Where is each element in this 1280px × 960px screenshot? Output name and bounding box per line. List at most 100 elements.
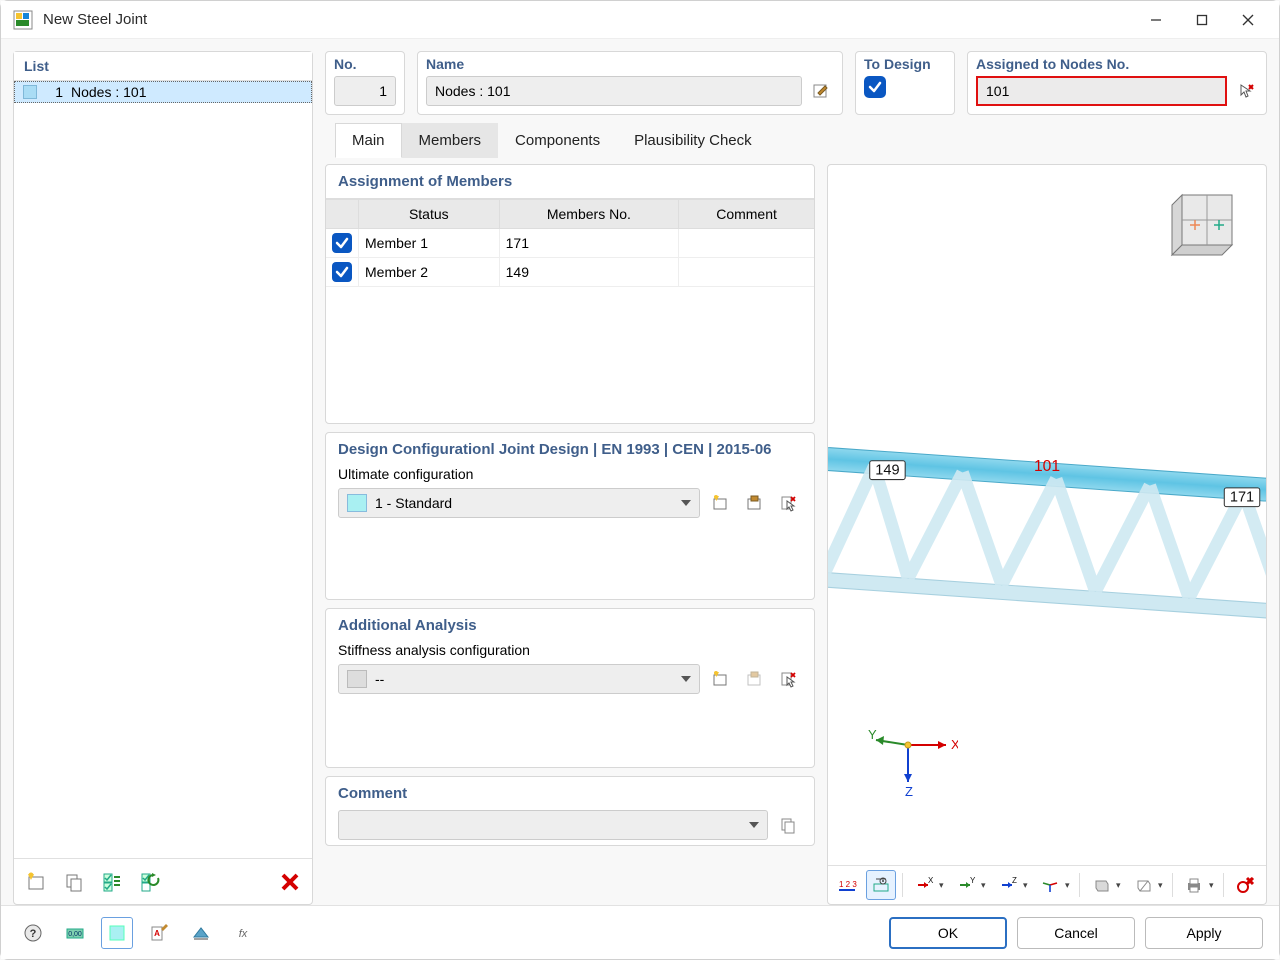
iso-view-button[interactable] [1035,870,1065,900]
member-comment [679,258,814,287]
help-button[interactable]: ? [17,917,49,949]
pick-nodes-button[interactable] [1233,77,1258,105]
color-button[interactable] [101,917,133,949]
no-field-block: No. [325,51,405,115]
assigned-nodes-input[interactable] [976,76,1227,106]
stiffness-config-value: -- [375,671,384,687]
members-col-blank [326,199,359,229]
name-field-block: Name [417,51,843,115]
svg-text:A: A [154,929,160,938]
check-all-button[interactable] [96,866,128,898]
assignment-of-members-section: Assignment of Members Status Members No.… [325,164,815,424]
stiffness-config-combo[interactable]: -- [338,664,700,694]
members-table: Status Members No. Comment Member 1 171 [326,198,814,287]
ok-button[interactable]: OK [889,917,1007,949]
member-number: 149 [499,258,678,287]
svg-text:Z: Z [1012,876,1017,885]
section-title-comment: Comment [326,777,814,810]
units-button[interactable]: 0,00 [59,917,91,949]
pick-stiffness-button[interactable] [774,665,802,693]
member-status: Member 2 [359,258,500,287]
loads-button[interactable] [185,917,217,949]
top-fields: No. Name To Design Assigned to N [325,51,1267,115]
no-label: No. [334,56,396,72]
window-maximize-button[interactable] [1179,5,1225,35]
preview-panel: 149 101 171 X Y [827,164,1267,905]
list-toolbar [14,858,312,904]
member-row-checkbox[interactable] [332,262,352,282]
combo-color-swatch [347,494,367,512]
svg-text:?: ? [30,928,37,940]
ultimate-config-label: Ultimate configuration [338,466,802,482]
formula-button[interactable]: fx [227,917,259,949]
table-row[interactable]: Member 2 149 [326,258,814,287]
tab-members[interactable]: Members [402,123,499,158]
app-icon [13,10,33,30]
library-config-button[interactable] [740,489,768,517]
preview-node-label: 101 [1034,458,1060,475]
stiffness-config-label: Stiffness analysis configuration [338,642,802,658]
chevron-down-icon [681,676,691,682]
library-stiffness-button[interactable] [740,665,768,693]
members-col-comment[interactable]: Comment [679,199,814,229]
axis-widget-icon: X Y Z [868,720,958,805]
chevron-down-icon [749,822,759,828]
copy-item-button[interactable] [58,866,90,898]
view-x-button[interactable]: X [909,870,939,900]
member-number: 171 [499,229,678,258]
assigned-nodes-block: Assigned to Nodes No. [967,51,1267,115]
members-col-status[interactable]: Status [359,199,500,229]
new-item-button[interactable] [20,866,52,898]
delete-item-button[interactable] [274,866,306,898]
svg-text:Z: Z [905,784,913,799]
member-row-checkbox[interactable] [332,233,352,253]
window-close-button[interactable] [1225,5,1271,35]
solid-view-button[interactable] [1086,870,1116,900]
to-design-label: To Design [864,56,931,72]
preview-member-right-label: 171 [1230,489,1254,505]
new-stiffness-button[interactable] [706,665,734,693]
tab-components[interactable]: Components [498,123,617,158]
tab-plausibility[interactable]: Plausibility Check [617,123,769,158]
check-toggle-button[interactable] [134,866,166,898]
bottom-bar: ? 0,00 A fx OK Cancel Apply [1,905,1279,959]
wireframe-view-button[interactable] [1128,870,1158,900]
to-design-block: To Design [855,51,955,115]
svg-text:Y: Y [868,727,877,742]
section-title-design: Design Configurationl Joint Design | EN … [326,433,814,466]
tab-main[interactable]: Main [335,123,402,158]
pick-config-button[interactable] [774,489,802,517]
list-item[interactable]: 1 Nodes : 101 [14,81,312,103]
chevron-down-icon [681,500,691,506]
edit-style-button[interactable]: A [143,917,175,949]
to-design-checkbox[interactable] [864,76,886,98]
svg-text:X: X [928,876,934,885]
tab-strip: Main Members Components Plausibility Che… [325,123,1267,158]
print-button[interactable] [1179,870,1209,900]
comment-copy-button[interactable] [774,811,802,839]
preview-canvas[interactable]: 149 101 171 X Y [828,165,1266,865]
preview-member-left-label: 149 [875,462,899,478]
no-input[interactable] [334,76,396,106]
member-status: Member 1 [359,229,500,258]
members-col-number[interactable]: Members No. [499,199,678,229]
edit-name-button[interactable] [808,77,834,105]
view-y-button[interactable]: Y [951,870,981,900]
svg-text:fx: fx [239,928,248,940]
remove-view-button[interactable] [1230,870,1260,900]
window-minimize-button[interactable] [1133,5,1179,35]
dimensions-toggle-button[interactable] [866,870,896,900]
preview-toolbar: 1 2 3 X▾ Y▾ Z▾ ▾ ▾ ▾ ▾ [828,865,1266,904]
list-item-color-swatch [23,85,37,99]
ultimate-config-combo[interactable]: 1 - Standard [338,488,700,518]
name-input[interactable] [426,76,802,106]
cancel-button[interactable]: Cancel [1017,917,1135,949]
comment-combo[interactable] [338,810,768,840]
apply-button[interactable]: Apply [1145,917,1263,949]
new-config-button[interactable] [706,489,734,517]
list-item-index: 1 [45,84,63,100]
name-label: Name [426,56,834,72]
table-row[interactable]: Member 1 171 [326,229,814,258]
view-z-button[interactable]: Z [993,870,1023,900]
labels-toggle-button[interactable]: 1 2 3 [832,870,862,900]
